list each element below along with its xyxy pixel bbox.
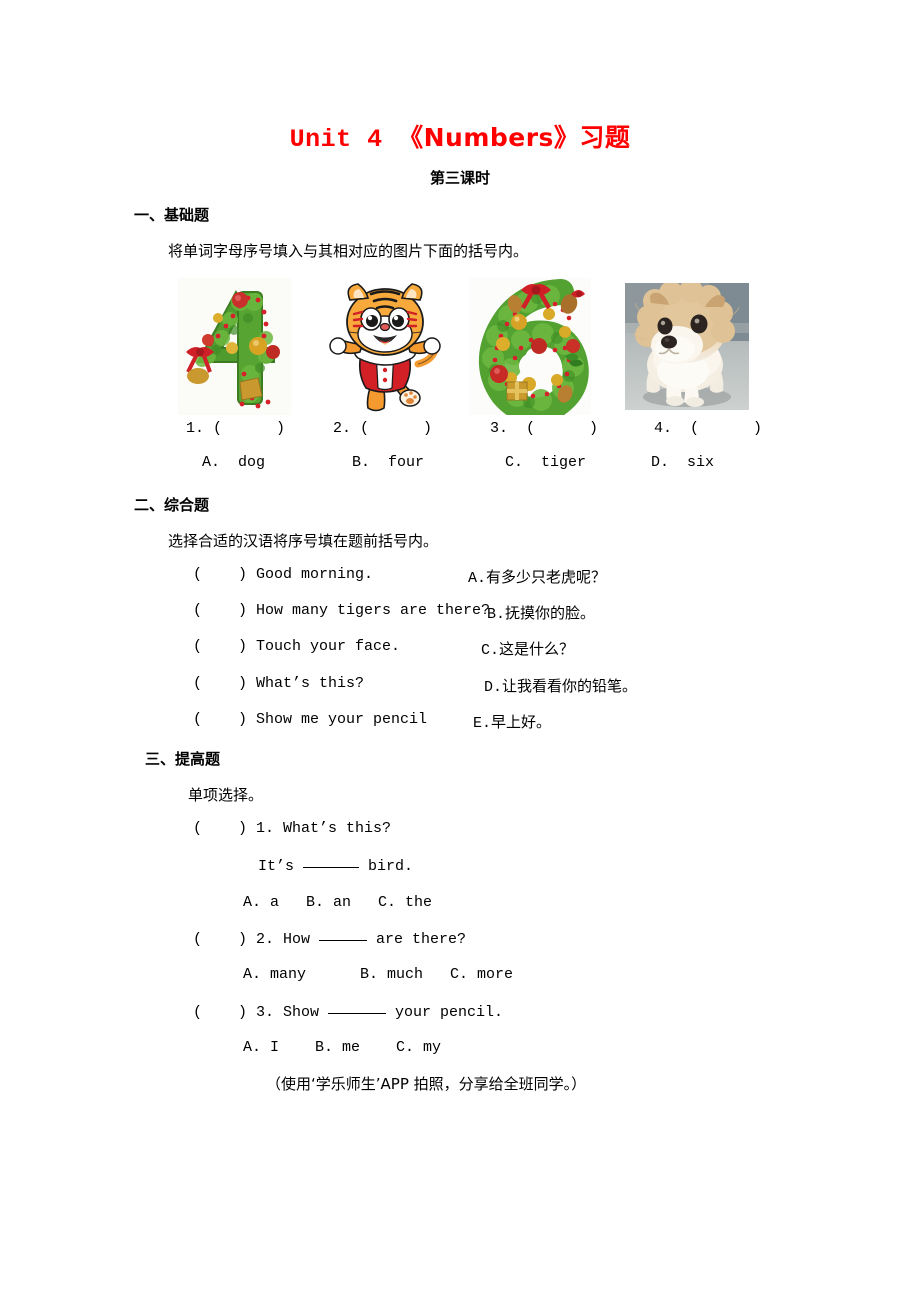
picture-row: [0, 278, 920, 418]
page-title: Unit 4 《Numbers》习题: [0, 118, 920, 154]
page-title-latin: Unit 4: [289, 125, 399, 154]
picture-bracket-row: 1. ( ) 2. ( ) 3. ( ) 4. ( ): [0, 420, 920, 444]
mc-question-1-continuation: It’s bird.: [258, 857, 413, 875]
word-option-row: A. dog B. four C. tiger D. six: [0, 454, 920, 478]
mc-q2-stem-post: are there?: [367, 931, 467, 948]
mc-q1-blank[interactable]: [303, 867, 360, 868]
page-title-cjk: 《Numbers》习题: [398, 123, 631, 152]
match-right-item-d[interactable]: D.让我看看你的铅笔。: [484, 675, 637, 696]
match-right-letter-c: C.: [481, 642, 500, 659]
word-option-a[interactable]: A. dog: [202, 454, 265, 471]
mc-question-1-choices[interactable]: A. a B. an C. the: [243, 894, 432, 911]
match-right-letter-b: B.: [487, 606, 506, 623]
worksheet-page: Unit 4 《Numbers》习题 第三课时 一、基础题 将单词字母序号填入与…: [0, 0, 920, 1302]
picture-bracket-3[interactable]: 3. ( ): [490, 420, 598, 437]
section-3-instruction: 单项选择。: [188, 786, 264, 804]
section-heading-1: 一、基础题: [134, 206, 210, 224]
section-heading-3: 三、提高题: [145, 750, 221, 768]
picture-bracket-2[interactable]: 2. ( ): [333, 420, 432, 437]
match-right-item-e[interactable]: E.早上好。: [473, 711, 551, 732]
picture-christmas-number-four: [178, 278, 291, 415]
match-right-item-a[interactable]: A.有多少只老虎呢？: [468, 566, 606, 587]
section-heading-2: 二、综合题: [134, 496, 210, 514]
match-left-item-2[interactable]: ( ) How many tigers are there?: [193, 602, 490, 619]
mc-q1-cont-pre: It’s: [258, 858, 304, 875]
match-right-text-a: 有多少只老虎呢？: [486, 568, 607, 586]
match-left-item-3[interactable]: ( ) Touch your face.: [193, 638, 400, 655]
mc-q2-blank[interactable]: [319, 940, 368, 941]
mc-question-2-choices[interactable]: A. many B. much C. more: [243, 966, 513, 983]
match-right-text-d: 让我看看你的铅笔。: [502, 677, 638, 695]
match-right-item-c[interactable]: C.这是什么？: [481, 638, 574, 659]
picture-cartoon-tiger: [326, 278, 444, 415]
match-right-letter-a: A.: [468, 570, 487, 587]
mc-q1-cont-post: bird.: [359, 858, 414, 875]
match-left-item-1[interactable]: ( ) Good morning.: [193, 566, 373, 583]
section-2-instruction: 选择合适的汉语将序号填在题前括号内。: [168, 532, 439, 550]
word-option-d[interactable]: D. six: [651, 454, 714, 471]
match-right-item-b[interactable]: B.抚摸你的脸。: [487, 602, 595, 623]
mc-question-3-choices[interactable]: A. I B. me C. my: [243, 1039, 441, 1056]
picture-bracket-1[interactable]: 1. ( ): [186, 420, 285, 437]
mc-q3-stem-pre: ( ) 3. Show: [193, 1004, 329, 1021]
match-right-text-c: 这是什么？: [499, 640, 575, 658]
mc-q3-stem-post: your pencil.: [386, 1004, 504, 1021]
picture-christmas-number-six: [469, 278, 591, 415]
match-right-text-b: 抚摸你的脸。: [505, 604, 596, 622]
footer-note: （使用‘学乐师生’APP 拍照，分享给全班同学。）: [266, 1075, 587, 1093]
page-subtitle: 第三课时: [429, 169, 490, 187]
picture-bracket-4[interactable]: 4. ( ): [654, 420, 762, 437]
match-left-item-5[interactable]: ( ) Show me your pencil: [193, 711, 427, 728]
mc-question-1-stem[interactable]: ( ) 1. What’s this?: [193, 820, 391, 837]
section-1-instruction: 将单词字母序号填入与其相对应的图片下面的括号内。: [168, 242, 529, 260]
match-left-item-4[interactable]: ( ) What’s this?: [193, 675, 364, 692]
mc-question-2-stem[interactable]: ( ) 2. How are there?: [193, 930, 466, 948]
mc-question-3-stem[interactable]: ( ) 3. Show your pencil.: [193, 1003, 503, 1021]
match-right-text-e: 早上好。: [491, 713, 552, 731]
picture-pomeranian-dog: [625, 283, 749, 410]
word-option-c[interactable]: C. tiger: [505, 454, 586, 471]
mc-q2-stem-pre: ( ) 2. How: [193, 931, 320, 948]
mc-q3-blank[interactable]: [328, 1013, 387, 1014]
match-right-letter-d: D.: [484, 679, 503, 696]
word-option-b[interactable]: B. four: [352, 454, 424, 471]
match-right-letter-e: E.: [473, 715, 492, 732]
